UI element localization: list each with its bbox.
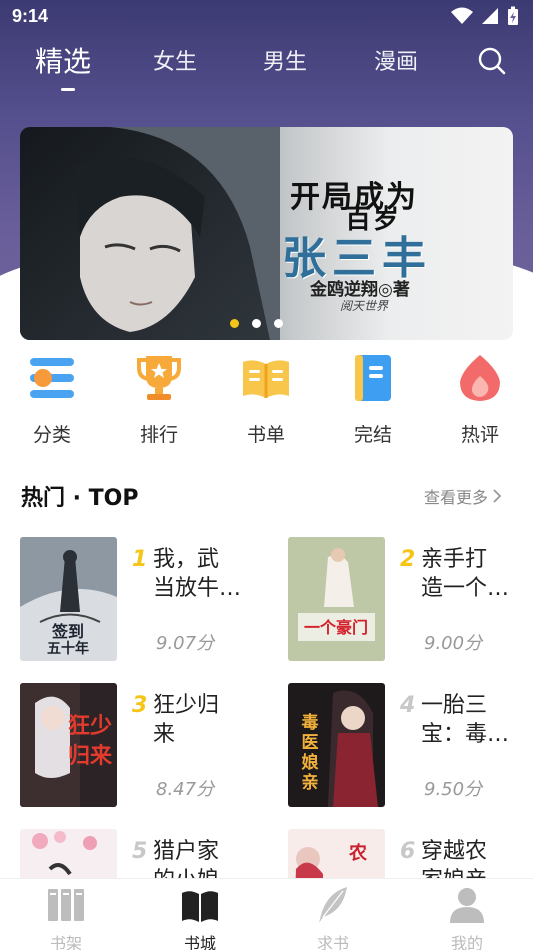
carousel-dots <box>230 319 283 328</box>
banner-carousel[interactable]: 开局成为 百岁 张三丰 金鸥逆翔◎著 阅天世界 <box>20 127 513 340</box>
svg-text:娘: 娘 <box>302 752 319 773</box>
svg-text:五十年: 五十年 <box>47 640 89 657</box>
nav-profile[interactable]: 我的 <box>432 885 502 950</box>
battery-icon <box>508 6 518 25</box>
nav-label: 求书 <box>316 934 349 950</box>
category-finished[interactable]: 完结 <box>333 352 413 447</box>
banner-publisher: 阅天世界 <box>340 299 389 313</box>
status-bar: 9:14 <box>0 0 533 34</box>
book-cover[interactable]: 一个豪门 <box>288 537 385 661</box>
book-rank: 1 <box>132 547 148 572</box>
book-rank: 6 <box>400 839 416 864</box>
category-label: 书单 <box>246 424 285 446</box>
see-more-link[interactable]: 查看更多 <box>424 484 502 508</box>
book-title: 狂少归 来 <box>153 691 253 749</box>
book-score: 9.50分 <box>424 779 483 800</box>
svg-text:医: 医 <box>302 733 319 753</box>
trophy-icon <box>137 356 181 400</box>
category-icon <box>30 358 74 398</box>
category-label: 热评 <box>460 424 499 446</box>
tab-comics[interactable]: 漫画 <box>374 44 418 76</box>
book-score: 9.00分 <box>424 633 483 654</box>
book-title: 亲手打 造一个… <box>421 545 521 603</box>
book-rank: 2 <box>400 547 416 572</box>
category-booklist[interactable]: 书单 <box>226 352 306 447</box>
carousel-dot[interactable] <box>230 319 239 328</box>
book-cover[interactable]: 签到 五十年 <box>20 537 117 661</box>
book-cover[interactable]: 毒 医 娘 亲 <box>288 683 385 807</box>
tab-indicator <box>61 88 75 91</box>
book-item[interactable]: 狂少 归来 3 狂少归 来 8.47分 <box>20 683 270 813</box>
bottom-nav: 书架 书城 求书 我的 <box>0 878 533 950</box>
book-rank: 3 <box>132 693 148 718</box>
book-title-line: 当放牛… <box>153 576 242 601</box>
nav-label: 书城 <box>183 934 216 950</box>
book-title-line: 一胎三 <box>421 693 488 718</box>
book-title-line: 猎户家 <box>153 839 220 864</box>
chevron-right-icon <box>493 489 502 503</box>
feather-icon <box>319 887 347 923</box>
book-cover[interactable]: 狂少 归来 <box>20 683 117 807</box>
category-label: 完结 <box>353 424 392 446</box>
category-label: 排行 <box>139 424 178 446</box>
nav-request-book[interactable]: 求书 <box>298 885 368 950</box>
status-icons <box>451 6 519 26</box>
book-item[interactable]: 一个豪门 2 亲手打 造一个… 9.00分 <box>288 537 533 667</box>
svg-text:农: 农 <box>348 842 367 864</box>
nav-bookshelf[interactable]: 书架 <box>31 885 101 950</box>
nav-label: 我的 <box>450 934 483 950</box>
flame-icon <box>460 355 500 401</box>
svg-text:狂少: 狂少 <box>68 713 112 739</box>
section-title: 热门 · TOP <box>21 486 139 511</box>
book-score: 9.07分 <box>156 633 215 654</box>
category-ranking[interactable]: 排行 <box>119 352 199 447</box>
book-item[interactable]: 毒 医 娘 亲 4 一胎三 宝：毒… 9.50分 <box>288 683 533 813</box>
book-title: 我，武 当放牛… <box>153 545 253 603</box>
svg-text:签到: 签到 <box>51 622 84 641</box>
user-icon <box>450 888 484 923</box>
svg-text:归来: 归来 <box>68 743 113 769</box>
nav-bookstore[interactable]: 书城 <box>165 885 235 950</box>
category-classify[interactable]: 分类 <box>12 352 92 447</box>
carousel-dot[interactable] <box>252 319 261 328</box>
book-rank: 5 <box>132 839 148 864</box>
top-tabs: 精选 女生 男生 漫画 <box>0 40 533 91</box>
book-rank: 4 <box>400 693 416 718</box>
book-title-line: 亲手打 <box>421 547 488 572</box>
svg-text:亲: 亲 <box>302 772 319 793</box>
book-title-line: 宝：毒… <box>421 722 510 747</box>
bookshelf-icon <box>48 889 84 921</box>
tab-male[interactable]: 男生 <box>263 44 307 76</box>
wifi-icon <box>451 7 473 24</box>
book-title-line: 造一个… <box>421 576 510 601</box>
category-row: 分类 排行 书单 完结 热评 <box>0 352 533 452</box>
book-title-line: 来 <box>153 722 176 747</box>
signal-icon <box>482 8 498 24</box>
category-label: 分类 <box>32 424 71 446</box>
tab-female[interactable]: 女生 <box>153 44 197 76</box>
book-score: 8.47分 <box>156 779 215 800</box>
finished-book-icon <box>355 355 391 401</box>
banner-character-art <box>20 127 280 340</box>
search-icon[interactable] <box>477 46 507 76</box>
book-title-line: 狂少归 <box>153 693 220 718</box>
book-title-line: 我，武 <box>153 547 220 572</box>
category-hot-reviews[interactable]: 热评 <box>440 352 520 447</box>
nav-label: 书架 <box>49 934 82 950</box>
book-item[interactable]: 签到 五十年 1 我，武 当放牛… 9.07分 <box>20 537 270 667</box>
open-book-icon <box>182 891 218 922</box>
status-time: 9:14 <box>12 6 49 26</box>
book-title-line: 穿越农 <box>421 839 488 864</box>
see-more-label: 查看更多 <box>424 488 489 507</box>
svg-text:毒: 毒 <box>302 713 319 733</box>
tab-featured[interactable]: 精选 <box>35 40 91 80</box>
book-title: 一胎三 宝：毒… <box>421 691 521 749</box>
booklist-icon <box>243 360 289 398</box>
carousel-dot[interactable] <box>274 319 283 328</box>
svg-text:一个豪门: 一个豪门 <box>304 618 368 637</box>
